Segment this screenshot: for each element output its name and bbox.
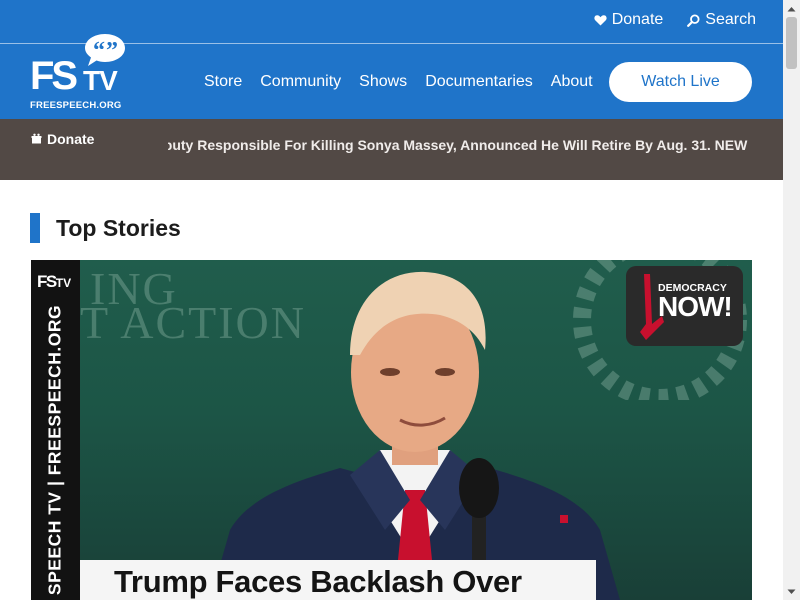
search-label: Search: [705, 11, 756, 28]
hero-side-logo-fs: FS: [37, 272, 57, 291]
speaker-figure: [210, 271, 620, 600]
hero-side-text: SPEECH TV | FREESPEECH.ORG: [44, 304, 65, 596]
hero-side-banner: FSTV SPEECH TV | FREESPEECH.ORG: [31, 260, 80, 600]
news-ticker: Donate eputy Responsible For Killing Son…: [0, 119, 783, 180]
nav-item-about[interactable]: About: [551, 73, 593, 91]
hero-headline-box: Trump Faces Backlash Over: [80, 560, 596, 600]
nav-item-shows[interactable]: Shows: [359, 73, 407, 91]
site-logo[interactable]: FS TV “ ” FREESPEECH.ORG: [30, 34, 140, 120]
section-accent-bar: [30, 213, 40, 243]
logo-fs-text: FS: [30, 54, 78, 98]
ticker-headline[interactable]: eputy Responsible For Killing Sonya Mass…: [168, 137, 747, 153]
democracy-now-badge: DEMOCRACY NOW!: [626, 266, 743, 346]
hero-side-logo-tv: TV: [55, 276, 72, 290]
search-link[interactable]: Search: [687, 11, 756, 29]
donate-label: Donate: [611, 11, 664, 28]
scroll-up-arrow-icon[interactable]: [783, 0, 800, 17]
vertical-scrollbar[interactable]: [783, 0, 800, 600]
scroll-down-arrow-icon[interactable]: [783, 583, 800, 600]
section-title: Top Stories: [56, 214, 181, 241]
hero-headline[interactable]: Trump Faces Backlash Over: [114, 564, 522, 600]
donate-link[interactable]: Donate: [594, 11, 664, 29]
main-navbar: FS TV “ ” FREESPEECH.ORG Store Community…: [0, 34, 783, 120]
watch-live-button[interactable]: Watch Live: [609, 62, 752, 102]
featured-story-image[interactable]: FSTV SPEECH TV | FREESPEECH.ORG ING T AC…: [31, 260, 752, 600]
top-stories-header: Top Stories: [30, 213, 181, 243]
primary-nav: Store Community Shows Documentaries Abou…: [204, 44, 593, 120]
logo-subtitle: FREESPEECH.ORG: [30, 100, 122, 111]
ticker-donate-link[interactable]: Donate: [31, 131, 94, 147]
democracy-now-line2: NOW!: [658, 291, 733, 322]
heart-icon: [594, 14, 607, 26]
nav-item-community[interactable]: Community: [260, 73, 341, 91]
ticker-window: eputy Responsible For Killing Sonya Mass…: [168, 135, 748, 159]
ticker-donate-label: Donate: [47, 131, 95, 147]
nav-item-documentaries[interactable]: Documentaries: [425, 73, 533, 91]
gift-icon: [31, 131, 42, 147]
hero-side-logo: FSTV: [37, 272, 71, 292]
speech-bubble-icon: “ ”: [82, 32, 128, 73]
scrollbar-thumb[interactable]: [786, 17, 797, 69]
search-icon: [687, 13, 700, 27]
svg-text:”: ”: [106, 38, 118, 64]
nav-item-store[interactable]: Store: [204, 73, 242, 91]
top-links: Donate Search: [594, 0, 756, 40]
svg-text:“: “: [93, 38, 105, 64]
